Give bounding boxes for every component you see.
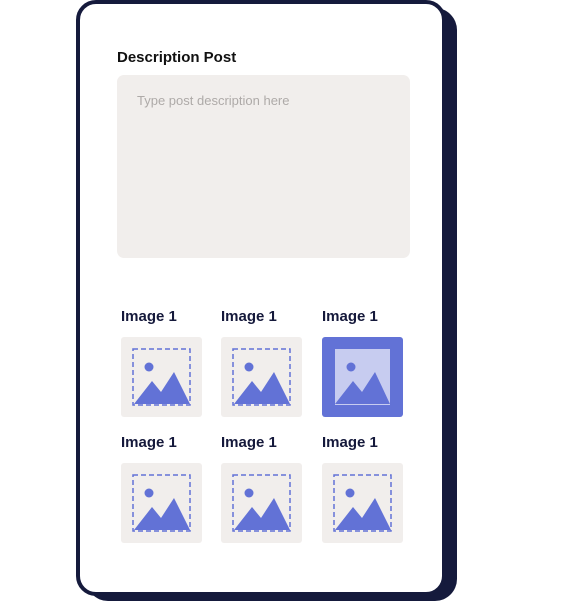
image-slot-4[interactable] — [121, 463, 202, 543]
image-placeholder-icon — [132, 474, 191, 532]
image-label-6: Image 1 — [322, 434, 378, 451]
image-label-5: Image 1 — [221, 434, 277, 451]
image-label-4: Image 1 — [121, 434, 177, 451]
image-placeholder-icon — [132, 348, 191, 406]
image-placeholder-icon — [333, 474, 392, 532]
description-label: Description Post — [117, 49, 237, 66]
description-input[interactable]: Type post description here — [117, 75, 410, 258]
image-placeholder-icon — [232, 474, 291, 532]
image-label-3: Image 1 — [322, 308, 378, 325]
image-slot-5[interactable] — [221, 463, 302, 543]
image-slot-1[interactable] — [121, 337, 202, 417]
image-label-1: Image 1 — [121, 308, 177, 325]
image-placeholder-icon — [232, 348, 291, 406]
image-slot-3-selected[interactable] — [322, 337, 403, 417]
image-placeholder-icon — [335, 349, 390, 405]
description-placeholder: Type post description here — [137, 93, 290, 108]
image-label-2: Image 1 — [221, 308, 277, 325]
image-slot-2[interactable] — [221, 337, 302, 417]
image-slot-6[interactable] — [322, 463, 403, 543]
